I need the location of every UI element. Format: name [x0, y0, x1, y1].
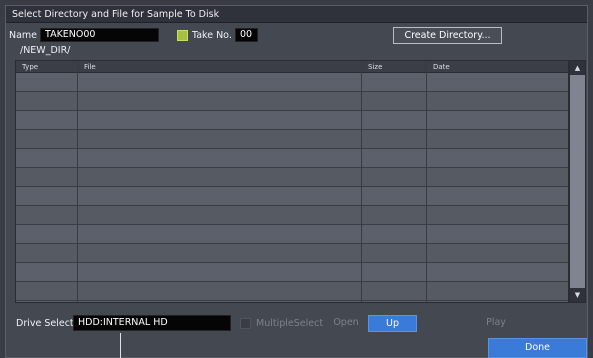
scroll-down-icon[interactable]: ▼: [570, 288, 585, 302]
text-cursor-line: [120, 333, 121, 358]
name-label: Name: [9, 30, 38, 41]
column-header-size: Size: [368, 63, 383, 71]
file-table[interactable]: Type File Size Date: [15, 60, 569, 303]
current-path: /NEW_DIR/: [20, 45, 71, 56]
table-row[interactable]: [16, 187, 568, 206]
column-divider: [426, 61, 427, 302]
table-row[interactable]: [16, 263, 568, 282]
table-header: Type File Size Date: [16, 61, 568, 73]
table-rows: [16, 73, 568, 304]
table-row[interactable]: [16, 111, 568, 130]
done-button[interactable]: Done: [488, 338, 587, 358]
table-row[interactable]: [16, 168, 568, 187]
table-row[interactable]: [16, 149, 568, 168]
scroll-up-icon[interactable]: ▲: [570, 61, 585, 75]
column-divider: [361, 61, 362, 302]
up-button[interactable]: Up: [368, 315, 417, 332]
drive-select-field[interactable]: HDD:INTERNAL HD: [73, 315, 231, 331]
table-scrollbar[interactable]: ▲ ▼: [569, 60, 586, 303]
column-header-type: Type: [22, 63, 39, 71]
sample-to-disk-dialog: Select Directory and File for Sample To …: [5, 5, 588, 358]
drive-select-label: Drive Select: [16, 318, 74, 329]
table-row[interactable]: [16, 206, 568, 225]
create-directory-button[interactable]: Create Directory...: [393, 27, 502, 44]
multiple-select-checkbox[interactable]: [240, 318, 251, 329]
multiple-select-label: MultipleSelect: [256, 318, 324, 329]
take-no-field[interactable]: 00: [235, 28, 258, 42]
name-field[interactable]: TAKENO00: [40, 28, 159, 42]
dialog-title: Select Directory and File for Sample To …: [6, 6, 587, 23]
table-row[interactable]: [16, 73, 568, 92]
open-button[interactable]: Open: [326, 315, 366, 332]
take-no-label: Take No.: [192, 30, 232, 41]
table-row[interactable]: [16, 225, 568, 244]
play-button[interactable]: Play: [471, 315, 521, 332]
column-divider: [77, 61, 78, 302]
column-header-file: File: [84, 63, 96, 71]
table-row[interactable]: [16, 130, 568, 149]
table-row[interactable]: [16, 282, 568, 301]
column-header-date: Date: [433, 63, 450, 71]
table-row[interactable]: [16, 92, 568, 111]
table-row[interactable]: [16, 244, 568, 263]
take-no-checkbox[interactable]: [177, 30, 188, 41]
